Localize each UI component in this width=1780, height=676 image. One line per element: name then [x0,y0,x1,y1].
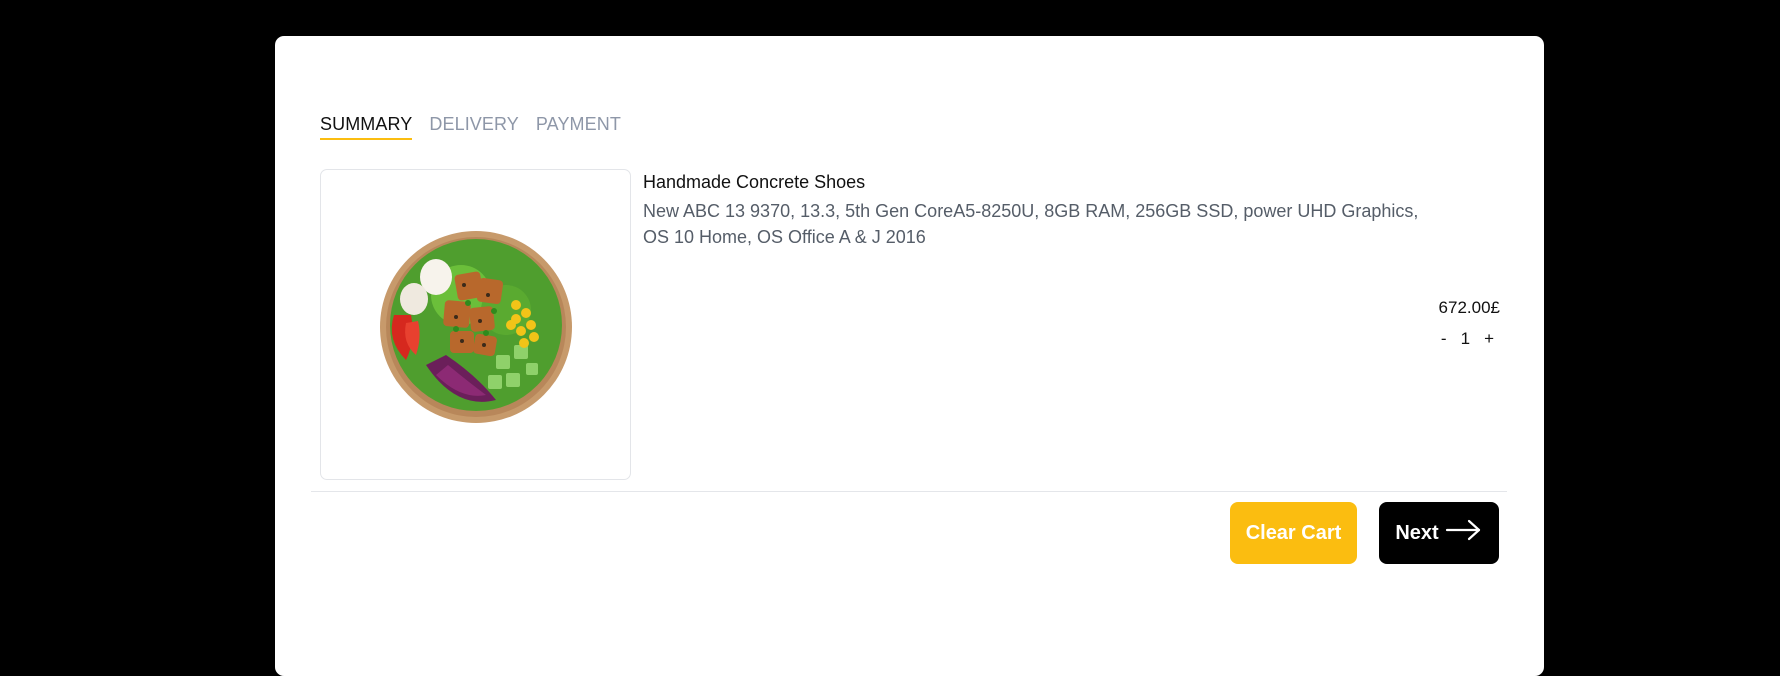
salad-bowl-image [379,230,572,423]
quantity-stepper: - 1 + [1441,329,1494,349]
product-title: Handmade Concrete Shoes [643,172,866,192]
cart-card: SUMMARY DELIVERY PAYMENT Handmade Concre… [275,36,1544,676]
quantity-value: 1 [1460,329,1471,348]
tab-delivery[interactable]: DELIVERY [429,114,519,140]
next-label: Next [1395,521,1439,544]
increment-button[interactable]: + [1484,329,1494,349]
clear-cart-label: Clear Cart [1245,521,1342,544]
divider [311,491,1507,492]
tab-summary[interactable]: SUMMARY [320,114,413,140]
decrement-button[interactable]: - [1441,329,1447,349]
clear-cart-button[interactable]: Clear Cart [1230,502,1357,564]
next-button[interactable]: Next [1379,502,1499,564]
product-price: 672.00£ [1438,298,1500,317]
checkout-tabs: SUMMARY DELIVERY PAYMENT [320,114,621,140]
tab-payment[interactable]: PAYMENT [536,114,621,140]
arrow-right-icon [1445,519,1483,547]
product-description: New ABC 13 9370, 13.3, 5th Gen CoreA5-82… [643,201,1419,247]
product-image [320,169,631,480]
